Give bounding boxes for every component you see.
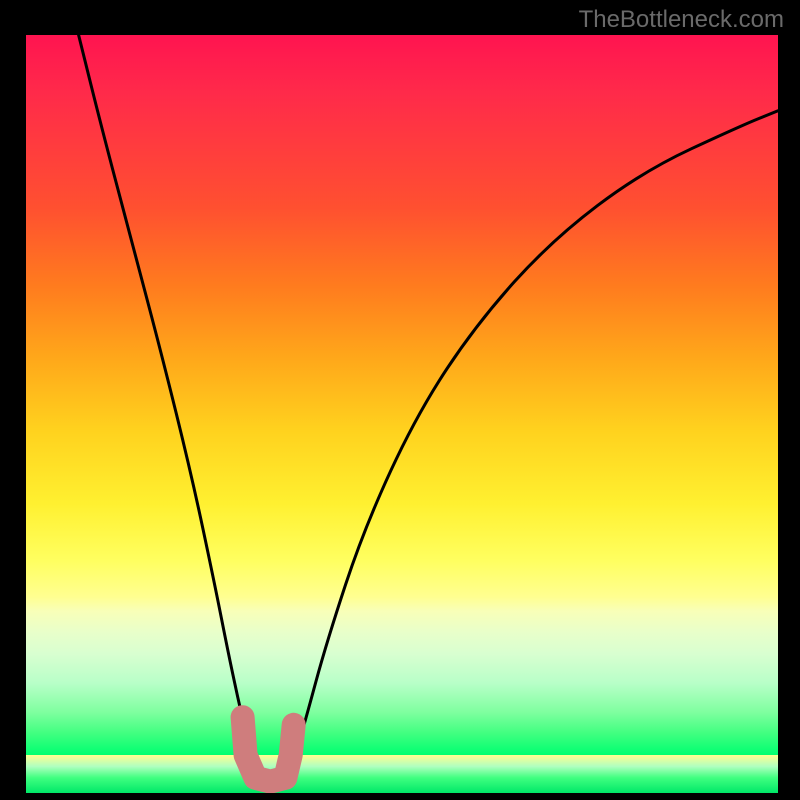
main-curve bbox=[79, 35, 778, 778]
chart-svg bbox=[26, 35, 778, 793]
chart-plot-area bbox=[26, 35, 778, 793]
bottom-marker bbox=[243, 717, 294, 781]
watermark-text: TheBottleneck.com bbox=[579, 6, 784, 34]
